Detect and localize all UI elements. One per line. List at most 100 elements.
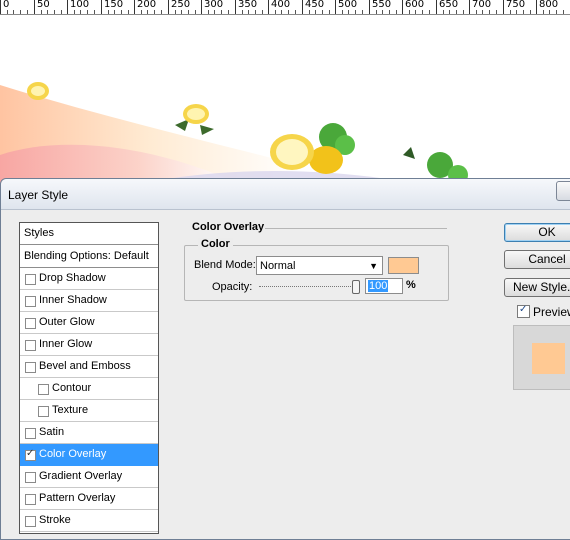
ruler-tick bbox=[469, 0, 470, 14]
blend-mode-label: Blend Mode: bbox=[194, 259, 256, 271]
ruler-label: 700 bbox=[472, 0, 492, 10]
close-icon[interactable] bbox=[556, 181, 570, 201]
style-item-stroke[interactable]: Stroke bbox=[20, 510, 158, 532]
style-checkbox[interactable] bbox=[25, 472, 36, 483]
style-item-bevel-and-emboss[interactable]: Bevel and Emboss bbox=[20, 356, 158, 378]
ruler-minor-tick bbox=[74, 10, 75, 14]
opacity-input[interactable]: 100 bbox=[365, 278, 403, 294]
ruler-minor-tick bbox=[141, 10, 142, 14]
new-style-button[interactable]: New Style... bbox=[504, 278, 570, 297]
ruler-minor-tick bbox=[510, 10, 511, 14]
ruler-minor-tick bbox=[543, 10, 544, 14]
ruler-label: 0 bbox=[3, 0, 10, 10]
ruler-minor-tick bbox=[161, 10, 162, 14]
style-checkbox[interactable] bbox=[25, 296, 36, 307]
opacity-value: 100 bbox=[368, 280, 389, 292]
style-item-label: Drop Shadow bbox=[39, 272, 106, 284]
ruler-tick bbox=[67, 0, 68, 14]
style-item-gradient-overlay[interactable]: Gradient Overlay bbox=[20, 466, 158, 488]
ruler-tick bbox=[134, 0, 135, 14]
ruler-minor-tick bbox=[108, 10, 109, 14]
style-checkbox[interactable] bbox=[25, 362, 36, 373]
ruler-minor-tick bbox=[315, 10, 316, 14]
ruler-minor-tick bbox=[114, 10, 115, 14]
style-item-label: Gradient Overlay bbox=[39, 470, 123, 482]
ruler-minor-tick bbox=[195, 10, 196, 14]
style-checkbox[interactable] bbox=[25, 428, 36, 439]
ruler-minor-tick bbox=[456, 10, 457, 14]
ruler-tick bbox=[302, 0, 303, 14]
ruler-minor-tick bbox=[80, 10, 81, 14]
opacity-unit: % bbox=[406, 279, 416, 291]
style-item-pattern-overlay[interactable]: Pattern Overlay bbox=[20, 488, 158, 510]
ruler-label: 750 bbox=[506, 0, 526, 10]
chevron-down-icon: ▼ bbox=[369, 261, 378, 271]
ruler-tick bbox=[402, 0, 403, 14]
ok-button[interactable]: OK bbox=[504, 223, 570, 242]
ruler-label: 50 bbox=[37, 0, 50, 10]
blending-options-item[interactable]: Blending Options: Default bbox=[20, 245, 158, 268]
style-item-color-overlay[interactable]: ✓ Color Overlay bbox=[20, 444, 158, 466]
style-checkbox[interactable] bbox=[25, 318, 36, 329]
opacity-slider[interactable] bbox=[259, 286, 359, 287]
ruler-minor-tick bbox=[329, 10, 330, 14]
style-item-label: Color Overlay bbox=[39, 448, 107, 460]
ruler-minor-tick bbox=[355, 10, 356, 14]
blend-mode-select[interactable]: Normal ▼ bbox=[256, 256, 383, 275]
style-item-drop-shadow[interactable]: Drop Shadow bbox=[20, 268, 158, 290]
ruler-minor-tick bbox=[396, 10, 397, 14]
ruler-minor-tick bbox=[463, 10, 464, 14]
dialog-titlebar[interactable]: Layer Style bbox=[1, 179, 570, 210]
style-checkbox[interactable] bbox=[38, 406, 49, 417]
style-item-label: Satin bbox=[39, 426, 65, 438]
preview-swatch bbox=[532, 343, 565, 374]
ruler-minor-tick bbox=[7, 10, 8, 14]
overlay-color-swatch[interactable] bbox=[388, 257, 419, 274]
ruler-minor-tick bbox=[342, 10, 343, 14]
ruler-minor-tick bbox=[61, 10, 62, 14]
cancel-button[interactable]: Cancel bbox=[504, 250, 570, 269]
ruler-minor-tick bbox=[443, 10, 444, 14]
ruler-minor-tick bbox=[54, 10, 55, 14]
style-checkbox[interactable] bbox=[25, 516, 36, 527]
ruler-minor-tick bbox=[94, 10, 95, 14]
style-item-inner-glow[interactable]: Inner Glow bbox=[20, 334, 158, 356]
ruler-minor-tick bbox=[208, 10, 209, 14]
ruler-tick bbox=[335, 0, 336, 14]
styles-header[interactable]: Styles bbox=[20, 223, 158, 245]
style-item-label: Stroke bbox=[39, 514, 71, 526]
style-checkbox[interactable] bbox=[25, 274, 36, 285]
ruler-minor-tick bbox=[295, 10, 296, 14]
ruler-minor-tick bbox=[362, 10, 363, 14]
styles-header-label: Styles bbox=[24, 227, 54, 239]
opacity-slider-handle[interactable] bbox=[352, 280, 360, 294]
preview-checkbox[interactable]: ✓ bbox=[517, 304, 530, 318]
ruler-minor-tick bbox=[228, 10, 229, 14]
ruler-minor-tick bbox=[563, 10, 564, 14]
ruler-label: 550 bbox=[372, 0, 392, 10]
style-item-label: Bevel and Emboss bbox=[39, 360, 131, 372]
style-item-label: Pattern Overlay bbox=[39, 492, 116, 504]
style-checkbox[interactable] bbox=[25, 494, 36, 505]
ruler-label: 250 bbox=[171, 0, 191, 10]
ruler-tick bbox=[503, 0, 504, 14]
ruler-minor-tick bbox=[214, 10, 215, 14]
style-item-satin[interactable]: Satin bbox=[20, 422, 158, 444]
ruler-minor-tick bbox=[41, 10, 42, 14]
style-checkbox[interactable] bbox=[38, 384, 49, 395]
style-item-outer-glow[interactable]: Outer Glow bbox=[20, 312, 158, 334]
style-checkbox[interactable] bbox=[25, 340, 36, 351]
ruler-label: 200 bbox=[137, 0, 157, 10]
ruler-minor-tick bbox=[482, 10, 483, 14]
ruler-minor-tick bbox=[476, 10, 477, 14]
style-item-contour[interactable]: Contour bbox=[20, 378, 158, 400]
style-item-texture[interactable]: Texture bbox=[20, 400, 158, 422]
ruler-tick bbox=[201, 0, 202, 14]
style-item-inner-shadow[interactable]: Inner Shadow bbox=[20, 290, 158, 312]
section-title: Color Overlay bbox=[192, 221, 265, 233]
ruler-minor-tick bbox=[181, 10, 182, 14]
ruler-minor-tick bbox=[415, 10, 416, 14]
style-checkbox[interactable]: ✓ bbox=[25, 448, 36, 461]
ruler-label: 400 bbox=[271, 0, 291, 10]
ruler-minor-tick bbox=[221, 10, 222, 14]
